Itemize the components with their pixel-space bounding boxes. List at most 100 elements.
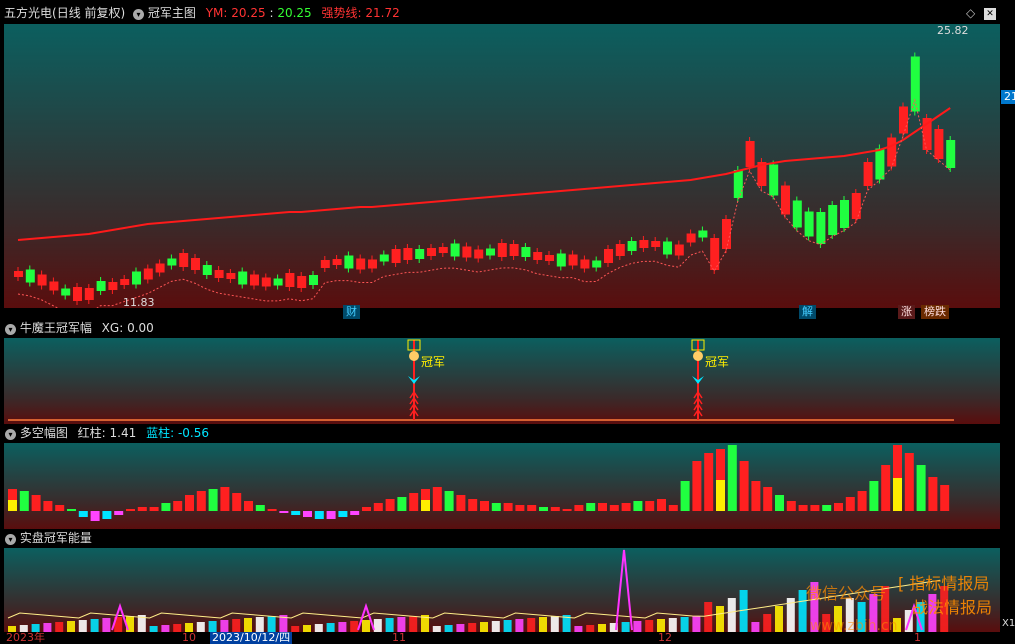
candle-body <box>273 278 283 286</box>
indicator-toggle-icon[interactable]: ▾ <box>133 9 145 20</box>
long-short-bar <box>491 503 501 511</box>
long-short-bar <box>645 501 655 511</box>
panel2-header: ▾ 牛魔王冠军幅 XG: 0.00 <box>0 319 1015 337</box>
candle-body <box>840 200 849 228</box>
long-short-bar <box>220 487 230 511</box>
candle-body <box>84 288 94 300</box>
candle-body <box>733 170 743 198</box>
energy-bar <box>173 624 182 632</box>
long-short-bar <box>692 461 702 511</box>
long-short-bar <box>727 445 737 511</box>
long-short-bar <box>43 501 53 511</box>
coin-icon <box>693 351 703 361</box>
panel2-title[interactable]: 牛魔王冠军幅 <box>20 319 92 337</box>
long-short-bar-inner <box>716 480 725 511</box>
long-short-bar <box>621 503 631 511</box>
stock-name[interactable]: 五方光电 <box>4 4 52 22</box>
long-short-bar <box>468 499 478 511</box>
candle-body <box>214 270 224 278</box>
candle-body <box>155 263 165 273</box>
candle-body <box>250 274 259 286</box>
long-short-bar <box>739 461 749 511</box>
diamond-icon[interactable]: ◇ <box>966 6 975 20</box>
panel3-header: ▾ 多空幅图 红柱: 1.41 蓝柱: -0.56 <box>0 424 1015 442</box>
energy-bar <box>326 623 335 632</box>
x-label-cursor-date: 2023/10/12/四 <box>210 631 293 644</box>
long-short-bar <box>326 511 336 519</box>
long-short-bar <box>350 511 360 515</box>
long-short-bar <box>338 511 348 517</box>
signal-label-1: 冠军 <box>421 355 446 369</box>
candle-body <box>474 249 484 259</box>
candle-body <box>556 253 566 267</box>
main-header: 五方光电(日线 前复权) ▾ 冠军主图 YM: 20.25 : 20.25 强势… <box>0 4 1015 22</box>
close-icon[interactable]: ✕ <box>984 8 996 20</box>
long-short-bar <box>31 495 41 511</box>
event-marker-finance[interactable]: 财 <box>343 305 360 319</box>
candle-body <box>946 140 956 168</box>
panel3-toggle-icon[interactable]: ▾ <box>5 429 16 440</box>
long-short-bar <box>527 505 537 511</box>
long-short-bar <box>232 493 242 511</box>
long-short-bar <box>456 495 466 511</box>
energy-bar <box>668 618 677 632</box>
energy-bar <box>727 598 736 632</box>
candle-body <box>132 271 141 285</box>
long-short-bar <box>822 505 832 511</box>
watermark-indicator-bureau: [ 指标情报局 <box>898 574 990 593</box>
long-short-bar <box>928 477 938 511</box>
energy-bar <box>468 623 477 632</box>
long-short-bar <box>503 503 513 511</box>
candle-body <box>167 258 177 266</box>
candle-body <box>25 269 35 283</box>
candle-body <box>96 281 106 291</box>
energy-bar <box>775 606 783 632</box>
period-label[interactable]: (日线 前复权) <box>52 4 125 22</box>
event-marker-unlock[interactable]: 解 <box>799 305 816 319</box>
energy-bar <box>751 622 760 632</box>
long-short-bar <box>704 453 714 511</box>
candle-body <box>403 248 413 260</box>
long-short-bar <box>798 505 808 511</box>
energy-bar <box>196 622 205 632</box>
panel3-title[interactable]: 多空幅图 <box>20 424 68 442</box>
champion-signal-chart <box>8 339 954 421</box>
long-short-bar <box>291 511 301 515</box>
long-short-bar <box>657 499 666 511</box>
long-short-bar <box>78 511 88 517</box>
panel3-body[interactable] <box>4 443 1000 529</box>
candle-body <box>462 246 472 258</box>
energy-bar <box>763 614 772 632</box>
candle-body <box>887 137 897 167</box>
long-short-bar-chart <box>8 445 950 521</box>
candle-body <box>521 247 531 257</box>
long-short-bar <box>432 487 442 511</box>
candle-body <box>14 271 23 277</box>
candle-body <box>804 211 814 237</box>
price-panel[interactable] <box>4 24 1000 308</box>
candle-body <box>179 253 189 267</box>
indicator-name[interactable]: 冠军主图 <box>148 4 196 22</box>
long-short-bar <box>763 487 773 511</box>
candle-body <box>651 241 661 247</box>
panel2-toggle-icon[interactable]: ▾ <box>5 324 16 335</box>
panel2-body[interactable] <box>4 338 1000 424</box>
long-short-bar <box>810 505 820 511</box>
red-bar-value: 1.41 <box>109 426 137 440</box>
panel4-toggle-icon[interactable]: ▾ <box>5 534 16 545</box>
long-short-bar <box>267 509 277 511</box>
event-marker-up[interactable]: 涨 <box>898 305 915 319</box>
long-short-bar <box>904 453 914 511</box>
candle-body <box>143 268 153 280</box>
long-short-bar <box>149 507 159 511</box>
signal-label-2: 冠军 <box>705 355 730 369</box>
candle-body <box>875 148 885 180</box>
candle-body <box>663 241 672 255</box>
long-short-bar <box>916 465 926 511</box>
panel4-title[interactable]: 实盘冠军能量 <box>20 529 92 547</box>
candle-body <box>309 275 318 285</box>
event-marker-rank[interactable]: 榜跌 <box>921 305 949 319</box>
long-short-bar <box>550 507 560 511</box>
energy-bar <box>67 621 75 632</box>
candle-body <box>415 249 425 259</box>
